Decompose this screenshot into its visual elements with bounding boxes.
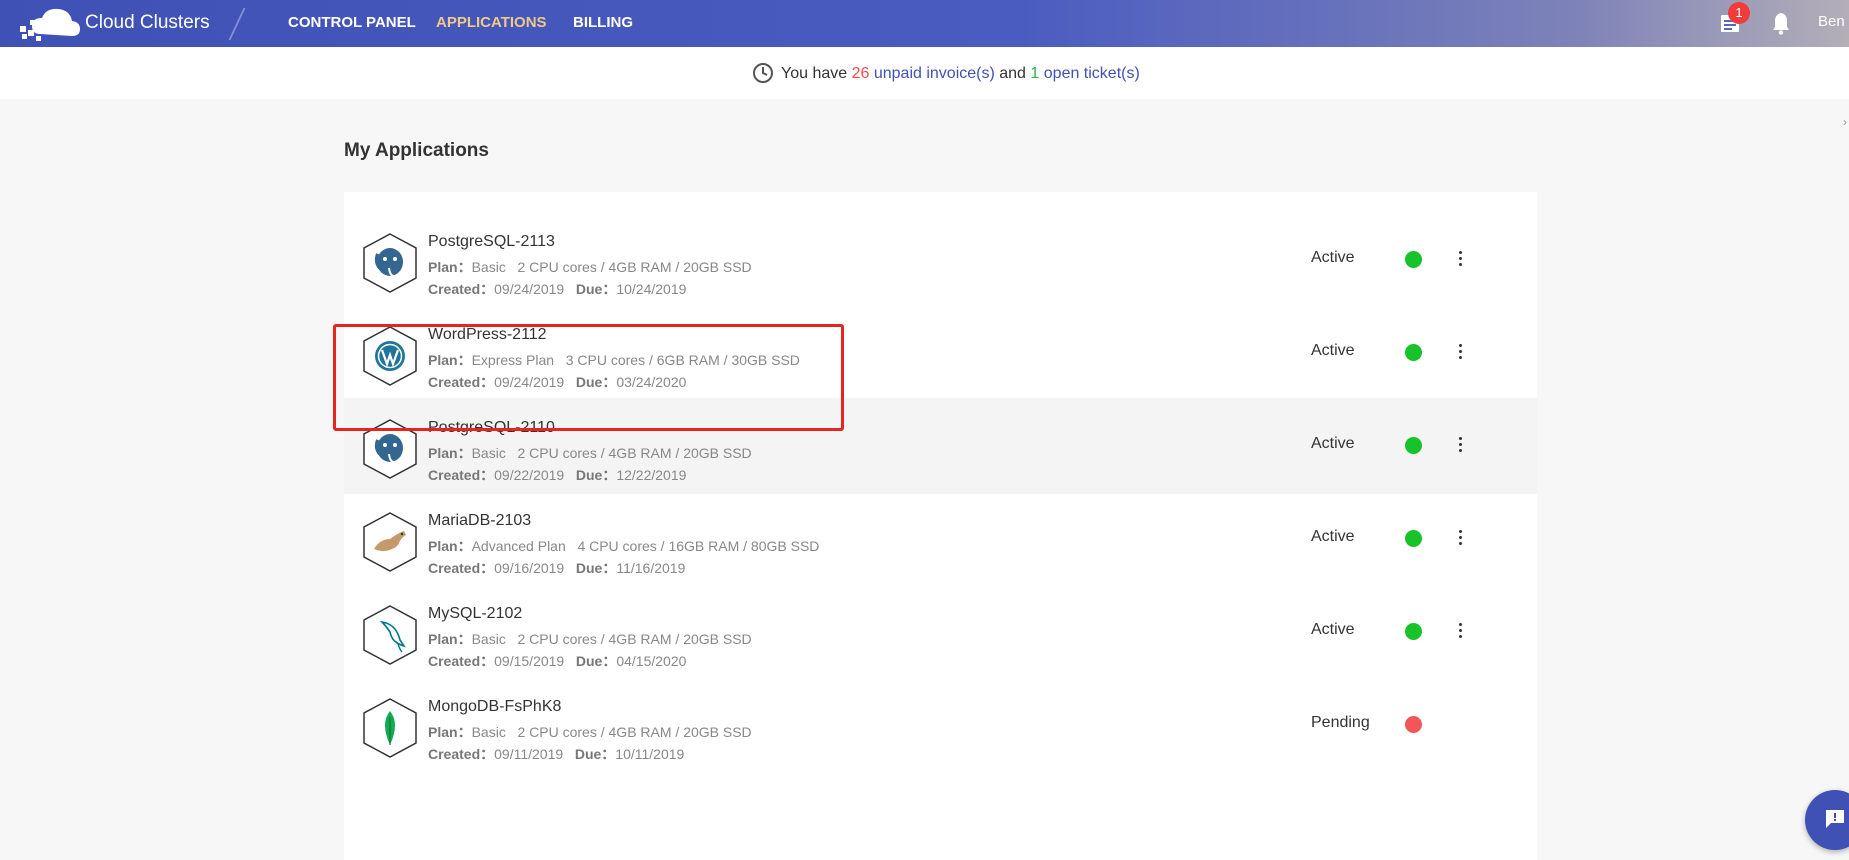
scroll-edge-indicator: › (1843, 115, 1847, 129)
plan-name: Basic (471, 631, 506, 647)
app-row-postgresql-2113[interactable]: PostgreSQL-2113 Plan：Basic 2 CPU cores / … (344, 212, 1537, 308)
more-options-icon[interactable] (1454, 527, 1466, 549)
app-row-mariadb-2103[interactable]: MariaDB-2103 Plan：Advanced Plan 4 CPU cor… (344, 491, 1537, 587)
due-label: Due： (574, 746, 616, 762)
app-row-mongodb-fsphk8[interactable]: MongoDB-FsPhK8 Plan：Basic 2 CPU cores / 4… (344, 677, 1537, 773)
cloud-logo-icon[interactable] (18, 4, 82, 42)
due-date: 10/24/2019 (616, 281, 687, 297)
created-label: Created： (428, 653, 495, 669)
due-label: Due： (575, 653, 617, 669)
status-text: Active (1311, 528, 1355, 545)
mongodb-icon (363, 698, 417, 758)
top-navigation-bar: Cloud Clusters CONTROL PANEL APPLICATION… (0, 0, 1849, 47)
status-text: Active (1311, 249, 1355, 266)
app-plan-line: Plan：Basic 2 CPU cores / 4GB RAM / 20GB … (428, 443, 752, 463)
notice-message: You have 26 unpaid invoice(s) and 1 open… (781, 65, 1140, 83)
ticket-count-badge: 1 (1728, 2, 1750, 24)
more-options-icon[interactable] (1454, 620, 1466, 642)
created-date: 09/15/2019 (494, 653, 565, 669)
postgresql-icon (363, 233, 417, 293)
app-dates-line: Created：09/22/2019 Due：12/22/2019 (428, 465, 686, 485)
selected-row-highlight (333, 324, 844, 431)
plan-label: Plan： (428, 631, 472, 647)
app-dates-line: Created：09/16/2019 Due：11/16/2019 (428, 558, 685, 578)
status-dot (1405, 716, 1422, 733)
status-dot (1405, 344, 1422, 361)
app-name[interactable]: MariaDB-2103 (428, 512, 531, 530)
created-label: Created： (428, 560, 495, 576)
open-tickets-link[interactable]: open ticket(s) (1044, 65, 1140, 82)
bell-icon[interactable] (1770, 11, 1792, 35)
due-date: 04/15/2020 (616, 653, 687, 669)
status-dot (1405, 530, 1422, 547)
app-plan-line: Plan：Advanced Plan 4 CPU cores / 16GB RA… (428, 536, 819, 556)
nav-billing[interactable]: BILLING (573, 14, 633, 31)
status-dot (1405, 251, 1422, 268)
app-dates-line: Created：09/15/2019 Due：04/15/2020 (428, 651, 686, 671)
app-name[interactable]: MySQL-2102 (428, 605, 522, 623)
plan-label: Plan： (428, 724, 472, 740)
app-plan-line: Plan：Basic 2 CPU cores / 4GB RAM / 20GB … (428, 257, 752, 277)
brand-divider (228, 8, 246, 40)
unpaid-invoice-count: 26 (851, 65, 870, 82)
app-name[interactable]: MongoDB-FsPhK8 (428, 698, 561, 716)
status-dot (1405, 623, 1422, 640)
plan-spec: 2 CPU cores / 4GB RAM / 20GB SSD (517, 259, 752, 275)
clock-icon (753, 63, 773, 83)
plan-spec: 2 CPU cores / 4GB RAM / 20GB SSD (517, 724, 752, 740)
notice-bar: You have 26 unpaid invoice(s) and 1 open… (0, 47, 1849, 129)
app-name[interactable]: PostgreSQL-2113 (428, 233, 555, 251)
created-date: 09/16/2019 (494, 560, 565, 576)
due-date: 10/11/2019 (615, 746, 685, 762)
more-options-icon[interactable] (1454, 434, 1466, 456)
notice-prefix: You have (781, 65, 848, 82)
plan-name: Basic (471, 724, 506, 740)
chat-icon (1826, 810, 1844, 828)
due-date: 12/22/2019 (616, 467, 687, 483)
created-date: 09/22/2019 (494, 467, 565, 483)
plan-label: Plan： (428, 538, 472, 554)
nav-applications[interactable]: APPLICATIONS (436, 14, 547, 31)
page-title: My Applications (344, 140, 489, 161)
created-date: 09/11/2019 (494, 746, 564, 762)
status-dot (1405, 437, 1422, 454)
more-options-icon[interactable] (1454, 341, 1466, 363)
plan-name: Advanced Plan (471, 538, 566, 554)
plan-name: Basic (471, 445, 506, 461)
app-dates-line: Created：09/11/2019 Due：10/11/2019 (428, 744, 684, 764)
created-label: Created： (428, 281, 495, 297)
status-text: Pending (1311, 714, 1370, 731)
status-text: Active (1311, 621, 1355, 638)
mysql-icon (363, 605, 417, 665)
plan-label: Plan： (428, 445, 472, 461)
created-date: 09/24/2019 (494, 281, 565, 297)
plan-spec: 2 CPU cores / 4GB RAM / 20GB SSD (517, 631, 752, 647)
brand-name[interactable]: Cloud Clusters (85, 12, 210, 34)
chat-button[interactable] (1805, 790, 1849, 850)
mariadb-icon (363, 512, 417, 572)
notice-and: and (999, 65, 1026, 82)
created-label: Created： (428, 467, 495, 483)
application-list: PostgreSQL-2113 Plan：Basic 2 CPU cores / … (344, 192, 1537, 860)
user-menu[interactable]: Ben (1818, 13, 1845, 30)
app-plan-line: Plan：Basic 2 CPU cores / 4GB RAM / 20GB … (428, 629, 752, 649)
plan-label: Plan： (428, 259, 472, 275)
plan-spec: 2 CPU cores / 4GB RAM / 20GB SSD (517, 445, 752, 461)
app-dates-line: Created：09/24/2019 Due：10/24/2019 (428, 279, 686, 299)
status-text: Active (1311, 435, 1355, 452)
due-label: Due： (575, 281, 617, 297)
due-label: Due： (575, 467, 617, 483)
plan-name: Basic (471, 259, 506, 275)
created-label: Created： (428, 746, 495, 762)
due-label: Due： (575, 560, 617, 576)
app-row-mysql-2102[interactable]: MySQL-2102 Plan：Basic 2 CPU cores / 4GB R… (344, 584, 1537, 680)
plan-spec: 4 CPU cores / 16GB RAM / 80GB SSD (577, 538, 820, 554)
more-options-icon[interactable] (1454, 248, 1466, 270)
status-text: Active (1311, 342, 1355, 359)
open-ticket-count: 1 (1030, 65, 1040, 82)
nav-control-panel[interactable]: CONTROL PANEL (288, 14, 416, 31)
app-plan-line: Plan：Basic 2 CPU cores / 4GB RAM / 20GB … (428, 722, 752, 742)
unpaid-invoices-link[interactable]: unpaid invoice(s) (874, 65, 995, 82)
due-date: 11/16/2019 (616, 560, 686, 576)
